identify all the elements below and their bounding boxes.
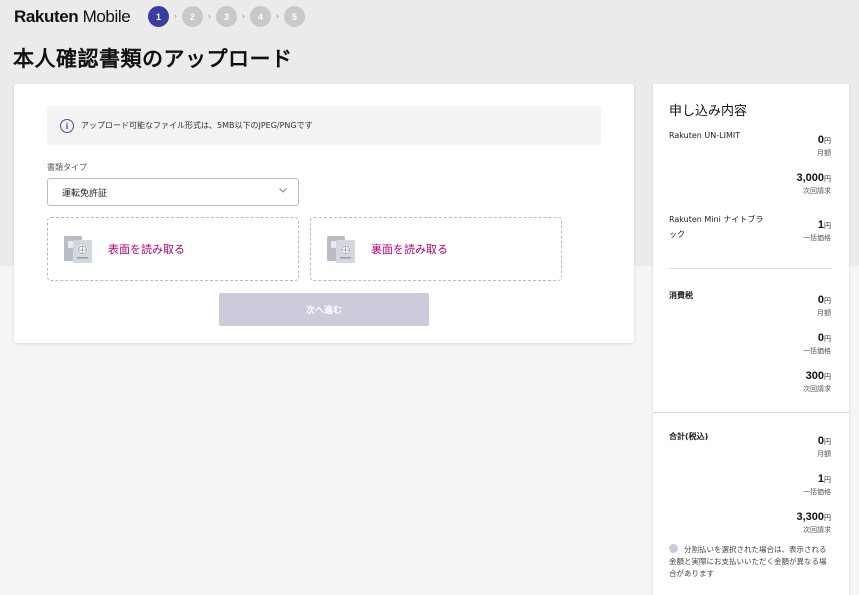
chevron-down-icon: [279, 188, 287, 193]
upload-back-label: 裏面を読み取る: [371, 243, 448, 256]
step-2: 2: [182, 6, 203, 27]
info-icon: i: [60, 118, 74, 133]
chevron-right-icon: ›: [173, 11, 178, 22]
total-label: 合計(税込): [669, 432, 709, 441]
info-box: i アップロード可能なファイル形式は、5MB以下のJPEG/PNGです: [47, 106, 601, 145]
upload-front-button[interactable]: 表面を読み取る: [47, 217, 299, 281]
tax-label: 消費税: [669, 291, 693, 300]
plan-monthly-amount: 0円 月額: [817, 134, 831, 157]
doc-type-select[interactable]: 運転免許証: [47, 178, 299, 206]
plan-label: Rakuten UN-LIMIT: [669, 131, 741, 140]
chevron-right-icon: ›: [207, 11, 212, 22]
divider: [653, 412, 849, 413]
info-text: アップロード可能なファイル形式は、5MB以下のJPEG/PNGです: [81, 121, 313, 130]
header-logo[interactable]: Rakuten Mobile: [14, 4, 131, 30]
chevron-right-icon: ›: [241, 11, 246, 22]
device-amount: 1円 一括価格: [803, 219, 831, 242]
id-card-icon: [64, 236, 92, 263]
installment-note-text: 分割払いを選択された場合は、表示される金額と実際にお支払いいただく金額が異なる場…: [669, 545, 827, 578]
device-label: Rakuten Mini ナイトブラック: [669, 215, 764, 239]
divider: [669, 268, 832, 269]
summary-title: 申し込み内容: [669, 104, 748, 119]
rakuten-mobile-logo: Rakuten Mobile: [14, 7, 131, 26]
tax-next-amount: 300円 次回請求: [803, 370, 831, 393]
id-card-icon: [327, 236, 355, 263]
next-button[interactable]: 次へ進む: [219, 293, 429, 326]
page-title: 本人確認書類のアップロード: [13, 47, 293, 71]
installment-note: 分割払いを選択された場合は、表示される金額と実際にお支払いいただく金額が異なる場…: [669, 544, 833, 580]
step-indicator: 1 › 2 › 3 › 4 › 5: [148, 6, 305, 27]
doc-type-value: 運転免許証: [62, 188, 108, 199]
step-4: 4: [250, 6, 271, 27]
total-monthly-amount: 0円 月額: [817, 435, 831, 458]
step-5: 5: [284, 6, 305, 27]
chevron-right-icon: ›: [275, 11, 280, 22]
tax-monthly-amount: 0円 月額: [817, 294, 831, 317]
info-dot-icon: [669, 544, 678, 553]
order-summary: 申し込み内容 Rakuten UN-LIMIT 0円 月額 3,000円 次回請…: [653, 84, 849, 595]
plan-next-amount: 3,000円 次回請求: [796, 172, 831, 195]
doc-type-label: 書類タイプ: [47, 163, 87, 172]
tax-onetime-amount: 0円 一括価格: [803, 332, 831, 355]
total-next-amount: 3,300円 次回請求: [796, 511, 831, 534]
upload-back-button[interactable]: 裏面を読み取る: [310, 217, 562, 281]
step-3: 3: [216, 6, 237, 27]
upload-card: i アップロード可能なファイル形式は、5MB以下のJPEG/PNGです 書類タイ…: [14, 84, 634, 343]
upload-front-label: 表面を読み取る: [108, 243, 185, 256]
step-1: 1: [148, 6, 169, 27]
total-onetime-amount: 1円 一括価格: [803, 473, 831, 496]
